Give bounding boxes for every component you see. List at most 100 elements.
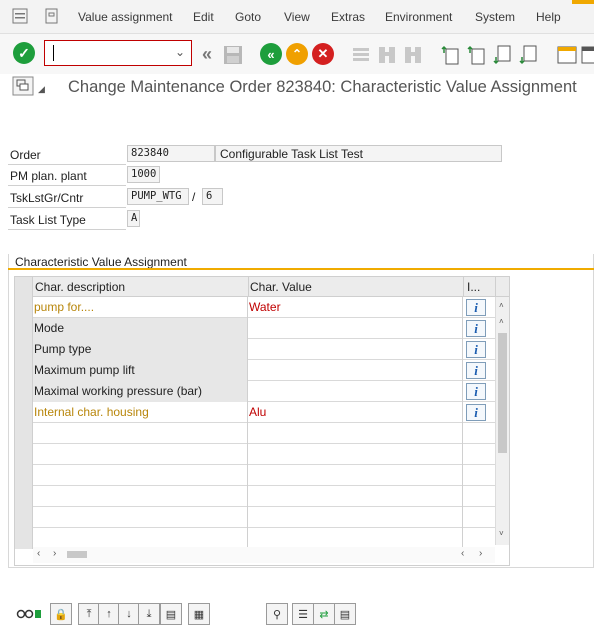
char-description-cell: Internal char. housing: [33, 402, 248, 423]
next-page-icon[interactable]: ↓: [118, 603, 140, 625]
find-next-icon[interactable]: [402, 44, 424, 66]
customize-icon[interactable]: [12, 8, 28, 24]
table-row[interactable]: Internal char. housing Alu i: [15, 402, 495, 423]
char-value-cell[interactable]: [248, 318, 463, 339]
info-icon[interactable]: i: [466, 320, 486, 337]
char-value-cell[interactable]: [248, 486, 463, 507]
row-selector[interactable]: [15, 423, 33, 444]
row-selector[interactable]: [15, 339, 33, 360]
menu-extras[interactable]: Extras: [331, 10, 365, 24]
double-chevron-left-icon[interactable]: «: [196, 43, 218, 65]
char-value-cell[interactable]: [248, 423, 463, 444]
table-row[interactable]: Maximal working pressure (bar) i: [15, 381, 495, 402]
char-value-cell[interactable]: [248, 507, 463, 528]
transfer-icon[interactable]: ⇄: [313, 603, 335, 625]
table-row[interactable]: [15, 507, 495, 528]
insert-row-icon[interactable]: ▤: [160, 603, 182, 625]
table-row[interactable]: Pump type i: [15, 339, 495, 360]
last-page-icon[interactable]: [518, 44, 540, 66]
first-page-icon[interactable]: ⤒: [78, 603, 100, 625]
row-selector[interactable]: [15, 318, 33, 339]
command-field[interactable]: ⌄: [44, 40, 192, 66]
char-value-cell[interactable]: [248, 528, 463, 549]
row-selector[interactable]: [15, 528, 33, 549]
select-all-cell[interactable]: [15, 277, 33, 297]
table-row[interactable]: Mode i: [15, 318, 495, 339]
print-icon[interactable]: [350, 44, 372, 66]
vertical-scrollbar[interactable]: ˄ ˄ ˅: [495, 297, 509, 545]
horizontal-scrollbar[interactable]: ‹ › ‹ ›: [33, 547, 495, 563]
scrollbar-thumb[interactable]: [67, 551, 87, 558]
first-page-icon[interactable]: [440, 44, 462, 66]
char-value-cell[interactable]: [248, 339, 463, 360]
scroll-left-icon[interactable]: ‹: [37, 548, 40, 559]
save-icon[interactable]: [222, 44, 244, 66]
scroll-up-icon[interactable]: ˄: [499, 301, 504, 310]
column-header-info[interactable]: I...: [467, 280, 480, 294]
char-value-cell[interactable]: [248, 444, 463, 465]
last-page-icon[interactable]: ⤓: [138, 603, 160, 625]
table-row[interactable]: pump for.... Water i: [15, 297, 495, 318]
back-icon[interactable]: «: [260, 43, 282, 65]
menu-help[interactable]: Help: [536, 10, 561, 24]
table-row[interactable]: [15, 465, 495, 486]
dropdown-arrow-icon[interactable]: ◢: [38, 84, 45, 95]
details-icon[interactable]: ▤: [334, 603, 356, 625]
row-selector[interactable]: [15, 381, 33, 402]
menu-edit[interactable]: Edit: [193, 10, 214, 24]
shortcut-icon[interactable]: [580, 44, 594, 66]
previous-page-icon[interactable]: [466, 44, 488, 66]
menu-system[interactable]: System: [475, 10, 515, 24]
row-selector[interactable]: [15, 297, 33, 318]
find-icon[interactable]: ⚲: [266, 603, 288, 625]
info-icon[interactable]: i: [466, 362, 486, 379]
menu-environment[interactable]: Environment: [385, 10, 452, 24]
menu-view[interactable]: View: [284, 10, 310, 24]
row-selector[interactable]: [15, 486, 33, 507]
scroll-right-icon[interactable]: ›: [53, 548, 56, 559]
row-selector[interactable]: [15, 507, 33, 528]
scroll-down-icon[interactable]: ˅: [499, 529, 504, 538]
menu-goto[interactable]: Goto: [235, 10, 261, 24]
chevron-down-icon[interactable]: ⌄: [175, 45, 185, 59]
select-all-icon[interactable]: ☰: [292, 603, 314, 625]
row-selector[interactable]: [15, 465, 33, 486]
table-row[interactable]: Maximum pump lift i: [15, 360, 495, 381]
hide-icon[interactable]: [16, 608, 42, 620]
scrollbar-thumb[interactable]: [498, 333, 507, 453]
row-selector[interactable]: [15, 444, 33, 465]
char-value-cell[interactable]: [248, 360, 463, 381]
row-selector[interactable]: [15, 360, 33, 381]
info-icon[interactable]: i: [466, 299, 486, 316]
system-menu-icon[interactable]: [44, 8, 60, 24]
multi-select-icon[interactable]: [12, 76, 34, 96]
previous-page-icon[interactable]: ↑: [98, 603, 120, 625]
char-description-cell: [33, 444, 248, 465]
table-row[interactable]: [15, 444, 495, 465]
char-value-cell[interactable]: [248, 465, 463, 486]
info-icon[interactable]: i: [466, 404, 486, 421]
column-header-value[interactable]: Char. Value: [250, 280, 312, 294]
info-icon[interactable]: i: [466, 383, 486, 400]
scroll-right-icon[interactable]: ›: [479, 548, 482, 559]
table-row[interactable]: [15, 528, 495, 549]
char-value-cell[interactable]: Alu: [248, 402, 463, 423]
char-value-cell[interactable]: [248, 381, 463, 402]
row-selector[interactable]: [15, 402, 33, 423]
cancel-icon[interactable]: ✕: [312, 43, 334, 65]
scroll-up-icon[interactable]: ˄: [499, 317, 504, 326]
scroll-left-icon[interactable]: ‹: [461, 548, 464, 559]
lock-icon[interactable]: 🔒: [50, 603, 72, 625]
table-row[interactable]: [15, 486, 495, 507]
menu-value-assignment[interactable]: Value assignment: [78, 10, 173, 24]
enter-icon[interactable]: ✓: [13, 42, 35, 64]
char-value-cell[interactable]: Water: [248, 297, 463, 318]
exit-icon[interactable]: ⌃: [286, 43, 308, 65]
next-page-icon[interactable]: [492, 44, 514, 66]
table-row[interactable]: [15, 423, 495, 444]
find-icon[interactable]: [376, 44, 398, 66]
column-header-description[interactable]: Char. description: [35, 280, 125, 294]
table-settings-icon[interactable]: ▦: [188, 603, 210, 625]
new-session-icon[interactable]: [556, 44, 578, 66]
info-icon[interactable]: i: [466, 341, 486, 358]
